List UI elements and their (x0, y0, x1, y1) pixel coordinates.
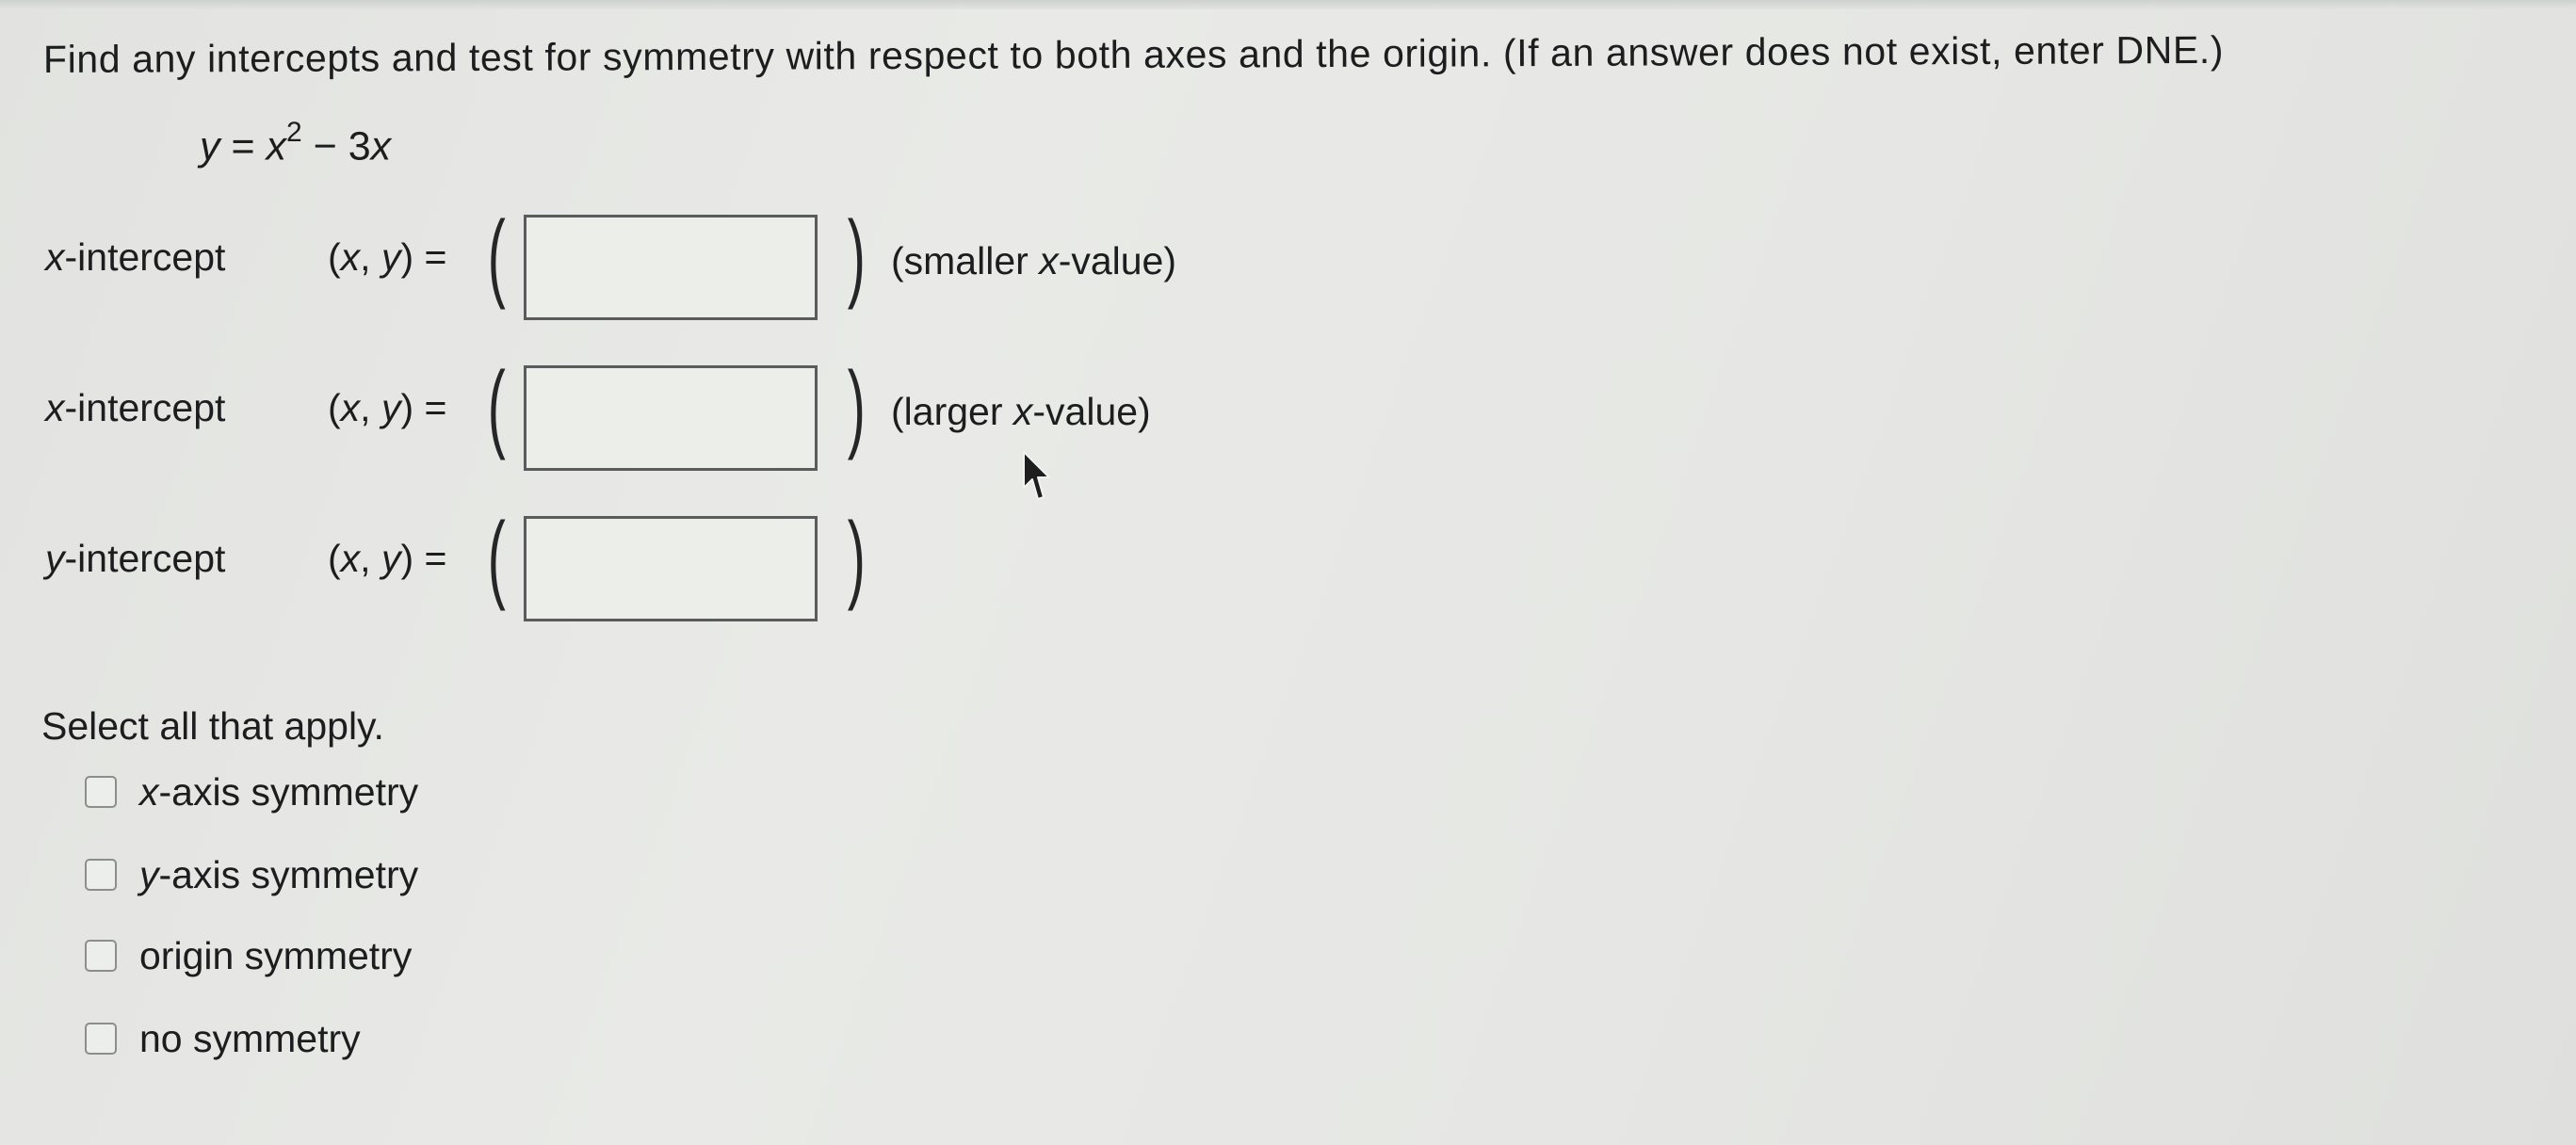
select-all-instruction: Select all that apply. (41, 704, 384, 748)
x-intercept-smaller-input[interactable] (524, 215, 818, 320)
coordinate-pair-label: (x, y) = (328, 537, 447, 580)
row-note: (smaller x-value) (891, 239, 1177, 282)
equation-equals: = (219, 123, 267, 169)
no-symmetry-checkbox[interactable] (85, 1023, 117, 1055)
row-label: y-intercept (45, 537, 226, 580)
x-intercept-smaller-row: x-intercept (x, y) = ( ) (smaller x-valu… (45, 207, 1364, 324)
option-no-symmetry[interactable]: no symmetry (85, 1013, 556, 1070)
close-paren: ) (847, 352, 866, 461)
y-axis-symmetry-checkbox[interactable] (85, 859, 117, 891)
option-x-axis-symmetry[interactable]: x-axis symmetry (85, 766, 556, 823)
close-paren: ) (847, 202, 866, 311)
option-label: no symmetry (139, 1017, 361, 1060)
x-axis-symmetry-checkbox[interactable] (85, 776, 117, 808)
row-label: x-intercept (45, 386, 226, 429)
equation-lhs: y (200, 123, 220, 169)
equation: y = x2 − 3x (200, 117, 392, 169)
open-paren: ( (487, 503, 506, 612)
option-label: x-axis symmetry (139, 770, 419, 814)
question-text: Find any intercepts and test for symmetr… (42, 27, 2225, 81)
coordinate-pair-label: (x, y) = (328, 386, 447, 429)
option-origin-symmetry[interactable]: origin symmetry (85, 930, 556, 987)
x-intercept-larger-input[interactable] (524, 365, 818, 471)
close-paren: ) (847, 503, 866, 612)
equation-rest-var: x (370, 123, 392, 169)
mouse-pointer-icon (1023, 451, 1050, 500)
homework-page: Find any intercepts and test for symmetr… (0, 0, 2576, 1145)
open-paren: ( (487, 202, 506, 311)
row-note: (larger x-value) (891, 390, 1151, 433)
open-paren: ( (487, 352, 506, 461)
option-y-axis-symmetry[interactable]: y-axis symmetry (85, 849, 556, 906)
y-intercept-input[interactable] (524, 516, 818, 621)
option-label: y-axis symmetry (139, 853, 419, 896)
row-label: x-intercept (45, 235, 226, 279)
top-divider (0, 0, 2576, 9)
y-intercept-row: y-intercept (x, y) = ( ) (45, 508, 1364, 625)
x-intercept-larger-row: x-intercept (x, y) = ( ) (larger x-value… (45, 358, 1364, 475)
equation-rest: − 3 (301, 123, 371, 169)
coordinate-pair-label: (x, y) = (328, 235, 447, 279)
origin-symmetry-checkbox[interactable] (85, 940, 117, 972)
equation-base: x (266, 123, 287, 169)
option-label: origin symmetry (139, 934, 413, 977)
equation-exponent: 2 (286, 117, 302, 148)
